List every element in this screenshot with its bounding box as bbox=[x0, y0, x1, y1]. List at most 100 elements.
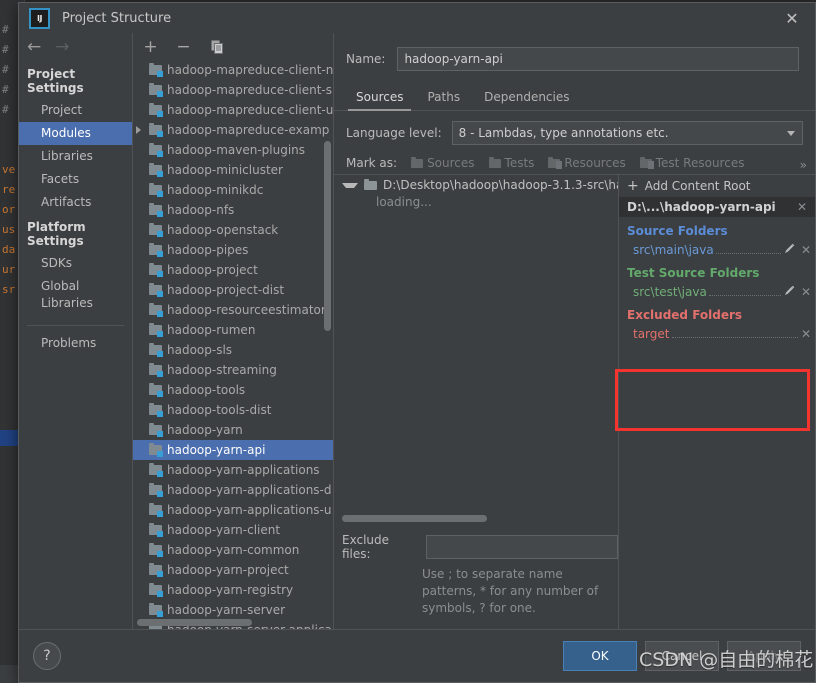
content-root-title: D:\...\hadoop-yarn-api bbox=[627, 200, 776, 214]
source-folders-title: Source Folders bbox=[627, 224, 728, 238]
tree-horizontal-scrollbar[interactable] bbox=[342, 515, 487, 522]
exclude-files-label: Exclude files: bbox=[342, 533, 390, 561]
module-folder-icon bbox=[149, 343, 163, 358]
sidebar-item-problems[interactable]: Problems bbox=[19, 332, 132, 355]
module-list-item[interactable]: hadoop-pipes bbox=[133, 240, 333, 260]
exclude-files-input[interactable] bbox=[425, 535, 618, 559]
content-root-row[interactable]: D:\Desktop\hadoop\hadoop-3.1.3-src\had bbox=[334, 175, 618, 195]
mark-as-tests-button[interactable]: Tests bbox=[488, 156, 534, 170]
sidebar-item-facets[interactable]: Facets bbox=[19, 168, 132, 191]
module-list-item[interactable]: hadoop-yarn-client bbox=[133, 520, 333, 540]
content-roots-panel: + Add Content Root D:\...\hadoop-yarn-ap… bbox=[618, 175, 815, 629]
module-list-item[interactable]: hadoop-mapreduce-client-n bbox=[133, 60, 333, 80]
module-list-item[interactable]: hadoop-yarn-applications-u bbox=[133, 500, 333, 520]
sidebar-item-modules[interactable]: Modules bbox=[19, 122, 143, 145]
language-level-select[interactable]: 8 - Lambdas, type annotations etc. bbox=[451, 121, 803, 145]
mark-as-overflow-icon[interactable]: » bbox=[800, 158, 807, 172]
tab-sources[interactable]: Sources bbox=[346, 87, 413, 111]
back-arrow-icon[interactable]: ← bbox=[27, 38, 41, 56]
tab-dependencies[interactable]: Dependencies bbox=[474, 87, 579, 110]
module-list-item[interactable]: hadoop-resourceestimator bbox=[133, 300, 333, 320]
module-name-input[interactable] bbox=[397, 47, 799, 71]
module-folder-icon bbox=[149, 123, 163, 138]
module-list-item-label: hadoop-minikdc bbox=[167, 183, 264, 198]
module-list-item[interactable]: hadoop-minikdc bbox=[133, 180, 333, 200]
remove-test-source-folder-icon[interactable]: ✕ bbox=[801, 285, 811, 299]
remove-excluded-folder-icon[interactable]: ✕ bbox=[801, 327, 811, 341]
module-name-label: Name: bbox=[346, 52, 386, 66]
module-list-item[interactable]: hadoop-streaming bbox=[133, 360, 333, 380]
module-folder-icon bbox=[149, 443, 163, 458]
source-folder-row[interactable]: src\main\java ✕ bbox=[619, 240, 815, 259]
chevron-right-icon[interactable] bbox=[136, 126, 141, 135]
mark-as-resources-button[interactable]: Resources bbox=[548, 156, 626, 170]
module-list-item-label: hadoop-yarn-api bbox=[167, 443, 266, 458]
mark-as-label: Mark as: bbox=[346, 156, 398, 170]
module-list-item[interactable]: hadoop-yarn-server bbox=[133, 600, 333, 620]
module-folder-icon bbox=[149, 263, 163, 278]
module-list-item[interactable]: hadoop-rumen bbox=[133, 320, 333, 340]
module-list-item[interactable]: hadoop-sls bbox=[133, 340, 333, 360]
module-list-item[interactable]: hadoop-nfs bbox=[133, 200, 333, 220]
forward-arrow-icon[interactable]: → bbox=[55, 38, 69, 56]
sidebar-item-project[interactable]: Project bbox=[19, 99, 132, 122]
module-list-item[interactable]: hadoop-minicluster bbox=[133, 160, 333, 180]
module-list-item[interactable]: hadoop-yarn-applications bbox=[133, 460, 333, 480]
module-list-item[interactable]: hadoop-mapreduce-client-s bbox=[133, 80, 333, 100]
test-source-folder-row[interactable]: src\test\java ✕ bbox=[619, 282, 815, 301]
help-button[interactable]: ? bbox=[33, 642, 61, 670]
language-level-row: Language level: 8 - Lambdas, type annota… bbox=[334, 111, 815, 153]
add-module-icon[interactable]: + bbox=[143, 37, 158, 57]
module-list-item[interactable]: hadoop-maven-plugins bbox=[133, 140, 333, 160]
module-list-item[interactable]: hadoop-openstack bbox=[133, 220, 333, 240]
module-list-item[interactable]: hadoop-project bbox=[133, 260, 333, 280]
close-icon[interactable]: ✕ bbox=[769, 3, 815, 33]
module-folder-icon bbox=[149, 383, 163, 398]
module-list-item[interactable]: hadoop-yarn bbox=[133, 420, 333, 440]
edit-pencil-icon[interactable] bbox=[784, 243, 795, 257]
folder-icon bbox=[364, 178, 377, 191]
tab-paths[interactable]: Paths bbox=[417, 87, 470, 110]
excluded-folder-path: target bbox=[633, 326, 670, 341]
remove-module-icon[interactable]: − bbox=[176, 37, 191, 57]
module-list-item-label: hadoop-yarn-applications-d bbox=[167, 483, 332, 498]
excluded-folder-row[interactable]: target ✕ bbox=[619, 324, 815, 343]
modules-scroll-area[interactable]: hadoop-mapreduce-client-n hadoop-mapreduc… bbox=[133, 60, 333, 629]
module-list-item-label: hadoop-rumen bbox=[167, 323, 256, 338]
module-list-item[interactable]: hadoop-tools bbox=[133, 380, 333, 400]
module-list-item[interactable]: hadoop-yarn-project bbox=[133, 560, 333, 580]
add-content-root-button[interactable]: + Add Content Root bbox=[619, 175, 815, 197]
module-folder-icon bbox=[149, 63, 163, 78]
module-list-item[interactable]: hadoop-mapreduce-client-u bbox=[133, 100, 333, 120]
dialog-title: Project Structure bbox=[62, 10, 172, 26]
module-list-item[interactable]: hadoop-yarn-applications-d bbox=[133, 480, 333, 500]
module-list-item[interactable]: hadoop-tools-dist bbox=[133, 400, 333, 420]
chevron-down-icon[interactable] bbox=[342, 182, 358, 188]
module-folder-icon bbox=[149, 543, 163, 558]
mark-as-sources-button[interactable]: Sources bbox=[411, 156, 475, 170]
remove-content-root-icon[interactable]: ✕ bbox=[793, 200, 811, 214]
modules-vertical-scrollbar[interactable] bbox=[324, 141, 331, 331]
module-list-item[interactable]: hadoop-mapreduce-examp bbox=[133, 120, 333, 140]
mark-as-test-resources-button[interactable]: Test Resources bbox=[639, 156, 744, 170]
module-list-item[interactable]: hadoop-yarn-api bbox=[133, 440, 333, 461]
module-list-item[interactable]: hadoop-project-dist bbox=[133, 280, 333, 300]
modules-horizontal-scrollbar[interactable] bbox=[137, 619, 252, 626]
sidebar-item-artifacts[interactable]: Artifacts bbox=[19, 191, 132, 214]
module-list-item[interactable]: hadoop-yarn-registry bbox=[133, 580, 333, 600]
module-list-item-label: hadoop-yarn-registry bbox=[167, 583, 294, 598]
modules-list-panel: + − hadoop-mapreduce-client-n hadoop-mapr… bbox=[132, 33, 333, 629]
ok-button[interactable]: OK bbox=[563, 641, 637, 671]
module-list-item-label: hadoop-mapreduce-client-n bbox=[167, 63, 333, 78]
sidebar-item-sdks[interactable]: SDKs bbox=[19, 252, 132, 275]
sidebar-item-global-libraries[interactable]: Global Libraries bbox=[19, 275, 132, 315]
remove-source-folder-icon[interactable]: ✕ bbox=[801, 243, 811, 257]
copy-module-icon[interactable] bbox=[209, 39, 224, 54]
module-list-item[interactable]: hadoop-yarn-common bbox=[133, 540, 333, 560]
exclude-files-hint: Use ; to separate name patterns, * for a… bbox=[422, 567, 599, 615]
edit-pencil-icon[interactable] bbox=[784, 285, 795, 299]
content-root-header: D:\...\hadoop-yarn-api ✕ bbox=[619, 197, 815, 217]
project-structure-dialog: IJ Project Structure ✕ ← → Project Setti… bbox=[18, 2, 816, 683]
module-list-item-label: hadoop-project-dist bbox=[167, 283, 285, 298]
sidebar-item-libraries[interactable]: Libraries bbox=[19, 145, 132, 168]
